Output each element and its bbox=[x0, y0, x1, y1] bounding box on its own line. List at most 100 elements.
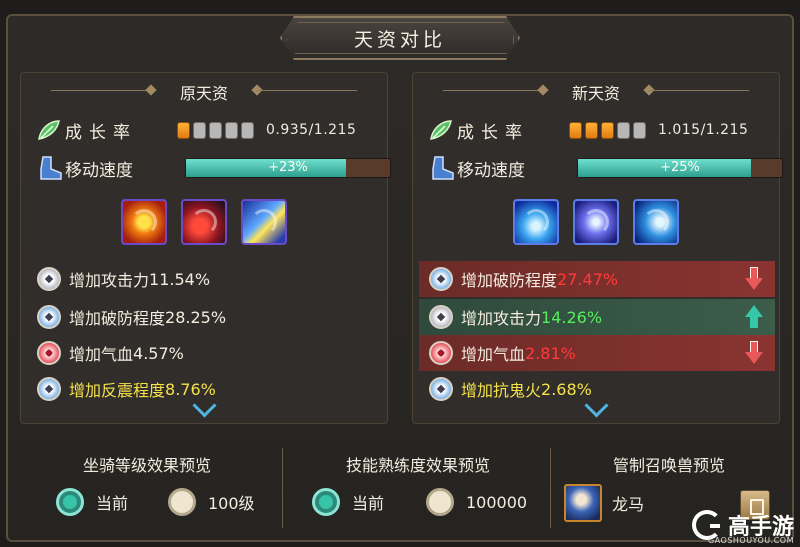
growth-pip-empty bbox=[193, 121, 206, 139]
scroll-down-chevron-icon[interactable] bbox=[582, 403, 610, 417]
wave-skill-icon[interactable] bbox=[633, 199, 679, 245]
move-speed-label: 移动速度 bbox=[457, 160, 525, 181]
attribute-value: 8.76% bbox=[165, 379, 216, 399]
attribute-row: 增加攻击力 11.54% bbox=[27, 261, 383, 297]
header-ornament-right bbox=[639, 84, 749, 96]
attribute-value: 2.68% bbox=[541, 379, 592, 399]
increase-arrow-icon bbox=[745, 305, 763, 329]
attribute-row-increased: 增加攻击力 14.26% bbox=[419, 299, 775, 335]
ice-skill-icon[interactable] bbox=[573, 199, 619, 245]
attribute-name: 增加气血 bbox=[69, 345, 134, 364]
mount-100-option[interactable]: 100级 bbox=[168, 488, 255, 516]
mount-current-option[interactable]: 当前 bbox=[56, 488, 128, 516]
pierce-icon bbox=[429, 267, 453, 291]
pierce-icon bbox=[37, 305, 61, 329]
growth-pip-filled bbox=[601, 121, 614, 139]
move-speed-row: 移动速度 +25% bbox=[427, 155, 783, 181]
attribute-row: 增加破防程度 28.25% bbox=[27, 299, 383, 335]
growth-pip-filled bbox=[177, 121, 190, 139]
move-speed-value: +23% bbox=[268, 160, 308, 175]
attribute-name: 增加破防程度 bbox=[69, 309, 166, 328]
heart-icon bbox=[37, 341, 61, 365]
new-aptitude-panel: 新天资 成长率 1.015/1.215 移动速度 +25% 增加破防程度 27.4… bbox=[412, 72, 783, 424]
growth-pip-empty bbox=[633, 121, 646, 139]
attribute-row-decreased: 增加破防程度 27.47% bbox=[419, 261, 775, 297]
growth-pip-empty bbox=[225, 121, 238, 139]
growth-pip-empty bbox=[241, 121, 254, 139]
attribute-name: 增加抗鬼火 bbox=[461, 381, 542, 400]
thunder-skill-icon[interactable] bbox=[241, 199, 287, 245]
attribute-value: 14.26% bbox=[541, 307, 603, 327]
attribute-row: 增加气血 4.57% bbox=[27, 335, 383, 371]
summon-option[interactable]: 龙马 bbox=[564, 484, 644, 522]
growth-pip-filled bbox=[585, 121, 598, 139]
growth-rate-label: 成长率 bbox=[457, 122, 529, 143]
option-label: 100000 bbox=[466, 492, 528, 512]
dragon-horse-avatar-icon[interactable] bbox=[564, 484, 602, 522]
skill-list bbox=[21, 199, 387, 245]
decrease-arrow-icon bbox=[745, 341, 763, 365]
move-speed-bar: +25% bbox=[577, 158, 783, 178]
shock-icon bbox=[37, 377, 61, 401]
skill-current-option[interactable]: 当前 bbox=[312, 488, 384, 516]
sword-icon bbox=[37, 267, 61, 291]
summon-preview-title: 管制召唤兽预览 bbox=[612, 456, 725, 475]
move-speed-bar: +23% bbox=[185, 158, 391, 178]
window-title: 天资对比 bbox=[280, 16, 520, 60]
watermark-logo: 高手游 GAOSHOUYOU.COM bbox=[691, 509, 794, 545]
attribute-value: 27.47% bbox=[557, 269, 619, 289]
boot-icon bbox=[35, 155, 65, 181]
mount-level-preview: 坐骑等级效果预览 当前 100级 bbox=[20, 440, 274, 536]
divider bbox=[550, 448, 551, 528]
attribute-name: 增加攻击力 bbox=[461, 309, 542, 328]
summon-name: 龙马 bbox=[612, 495, 645, 514]
leaf-icon bbox=[427, 117, 457, 143]
mount-level-title: 坐骑等级效果预览 bbox=[82, 456, 211, 475]
attribute-value: 28.25% bbox=[165, 307, 227, 327]
attribute-value: 11.54% bbox=[149, 269, 211, 289]
shock-icon bbox=[429, 377, 453, 401]
fire-skill-icon[interactable] bbox=[121, 199, 167, 245]
attribute-row-decreased: 增加气血 2.81% bbox=[419, 335, 775, 371]
growth-rate-row: 成长率 1.015/1.215 bbox=[427, 117, 748, 143]
original-aptitude-panel: 原天资 成长率 0.935/1.215 移动速度 +23% 增加攻击力 11.54… bbox=[20, 72, 391, 424]
option-label: 100级 bbox=[208, 494, 255, 513]
skill-100000-option[interactable]: 100000 bbox=[426, 488, 527, 516]
skill-proficiency-preview: 技能熟练度效果预览 当前 100000 bbox=[290, 440, 546, 536]
boot-icon bbox=[427, 155, 457, 181]
window-title-text: 天资对比 bbox=[353, 28, 446, 51]
leaf-icon bbox=[35, 117, 65, 143]
option-label: 当前 bbox=[96, 494, 129, 513]
move-speed-value: +25% bbox=[660, 160, 700, 175]
attribute-name: 增加反震程度 bbox=[69, 381, 166, 400]
growth-rate-row: 成长率 0.935/1.215 bbox=[35, 117, 356, 143]
skill-list bbox=[413, 199, 779, 245]
radio-selected-icon[interactable] bbox=[56, 488, 84, 516]
growth-rate-pips bbox=[177, 121, 254, 139]
option-label: 当前 bbox=[352, 494, 385, 513]
growth-rate-value: 0.935/1.215 bbox=[266, 122, 357, 138]
heart-icon bbox=[429, 341, 453, 365]
preview-bar: 坐骑等级效果预览 当前 100级 技能熟练度效果预览 当前 100000 管制召… bbox=[20, 440, 780, 536]
attribute-name: 增加破防程度 bbox=[461, 271, 558, 290]
growth-rate-pips bbox=[569, 121, 646, 139]
scroll-down-chevron-icon[interactable] bbox=[190, 403, 218, 417]
attribute-value: 4.57% bbox=[133, 343, 184, 363]
attribute-value: 2.81% bbox=[525, 343, 576, 363]
decrease-arrow-icon bbox=[745, 267, 763, 291]
growth-pip-filled bbox=[569, 121, 582, 139]
radio-unselected-icon[interactable] bbox=[168, 488, 196, 516]
radio-unselected-icon[interactable] bbox=[426, 488, 454, 516]
header-ornament-right bbox=[247, 84, 357, 96]
slash-skill-icon[interactable] bbox=[181, 199, 227, 245]
radio-selected-icon[interactable] bbox=[312, 488, 340, 516]
move-speed-label: 移动速度 bbox=[65, 160, 133, 181]
water-skill-icon[interactable] bbox=[513, 199, 559, 245]
growth-pip-empty bbox=[209, 121, 222, 139]
move-speed-row: 移动速度 +23% bbox=[35, 155, 391, 181]
sword-icon bbox=[429, 305, 453, 329]
watermark-domain: GAOSHOUYOU.COM bbox=[707, 536, 794, 545]
growth-rate-label: 成长率 bbox=[65, 122, 137, 143]
skill-proficiency-title: 技能熟练度效果预览 bbox=[345, 456, 490, 475]
growth-pip-empty bbox=[617, 121, 630, 139]
